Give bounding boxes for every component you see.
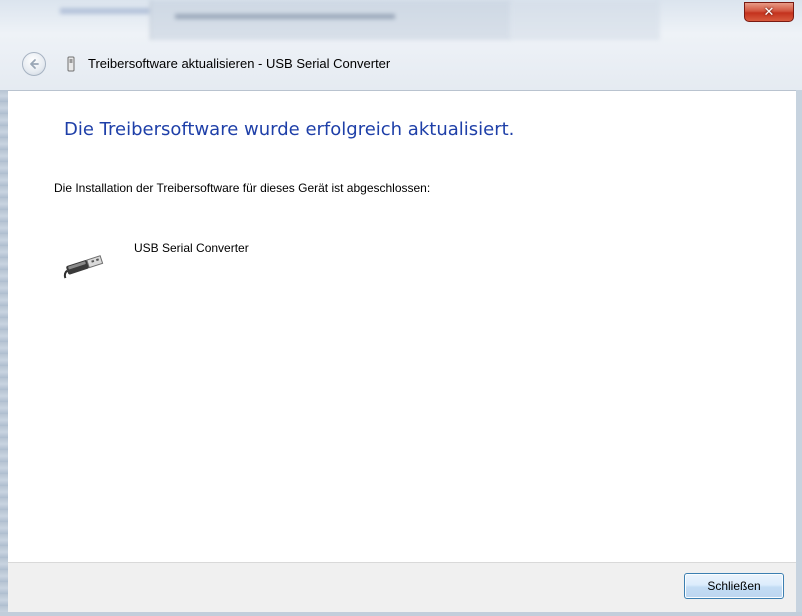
background-blur xyxy=(150,0,511,40)
usb-plug-icon xyxy=(63,255,104,279)
window-border-bottom xyxy=(0,612,802,616)
window-title: Treibersoftware aktualisieren - USB Seri… xyxy=(88,56,391,71)
page-heading: Die Treibersoftware wurde erfolgreich ak… xyxy=(64,119,515,140)
close-icon: ✕ xyxy=(763,4,775,19)
usb-device-icon xyxy=(67,56,75,72)
background-blur xyxy=(175,14,395,19)
device-name: USB Serial Converter xyxy=(134,241,249,255)
back-button[interactable] xyxy=(22,52,46,76)
installation-description: Die Installation der Treibersoftware für… xyxy=(54,181,431,195)
title-bar xyxy=(0,0,802,96)
dialog-footer: Schließen xyxy=(8,562,796,613)
window-border-left xyxy=(0,90,8,616)
background-blur xyxy=(510,0,660,40)
schliessen-button[interactable]: Schließen xyxy=(684,573,784,599)
window-border-right xyxy=(796,90,802,616)
background-blur xyxy=(60,8,150,14)
dialog-content: Die Treibersoftware wurde erfolgreich ak… xyxy=(8,90,796,563)
back-arrow-icon xyxy=(30,59,39,69)
window-close-button[interactable]: ✕ xyxy=(744,2,794,22)
